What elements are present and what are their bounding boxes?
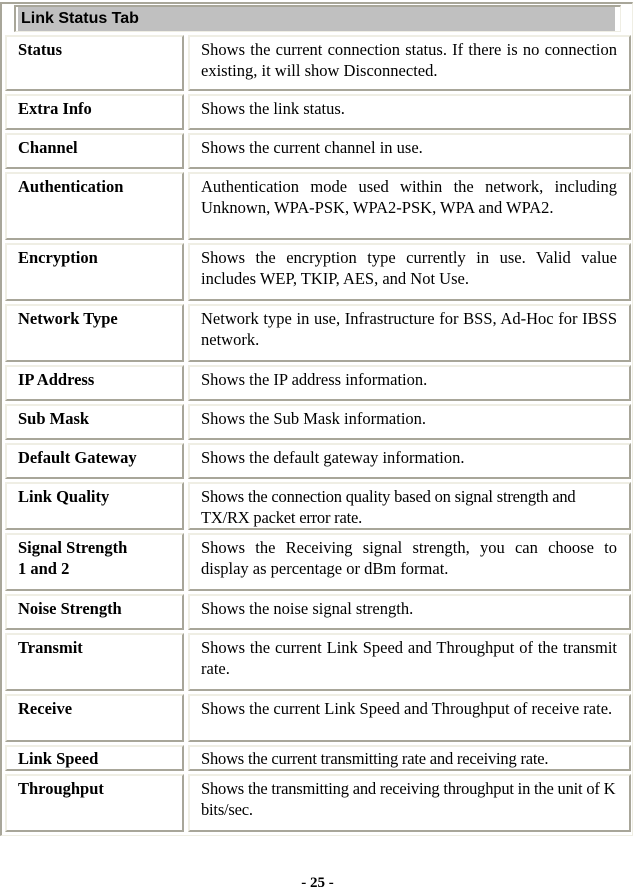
table-row-label-cell: Link Quality [5, 482, 184, 530]
row-description: Shows the encryption type currently in u… [201, 248, 617, 288]
table-row-label-cell: Encryption [5, 243, 184, 301]
table-row-label-cell: Noise Strength [5, 594, 184, 630]
row-description: Shows the default gateway information. [201, 448, 465, 467]
row-label: Extra Info [18, 99, 92, 118]
table-row-description-cell: Shows the noise signal strength. [188, 594, 631, 630]
row-label: Receive [18, 699, 73, 718]
table-row-label-cell: Transmit [5, 633, 184, 691]
table-row-label-cell: Extra Info [5, 94, 184, 130]
table-row-description-cell: Shows the current Link Speed and Through… [188, 633, 631, 691]
row-description: Shows the Sub Mask information. [201, 409, 427, 428]
table-row-description-cell: Shows the current Link Speed and Through… [188, 694, 631, 742]
table-row-description-cell: Shows the transmitting and receiving thr… [188, 774, 631, 832]
row-label: Signal Strength 1 and 2 [18, 538, 128, 578]
table-row-label-cell: Sub Mask [5, 404, 184, 440]
table-row-label-cell: Throughput [5, 774, 184, 832]
table-row-description-cell: Shows the Sub Mask information. [188, 404, 631, 440]
row-description: Shows the current transmitting rate and … [201, 749, 549, 768]
table-title: Link Status Tab [21, 10, 139, 27]
row-description: Authentication mode used within the netw… [201, 177, 617, 217]
row-label: Sub Mask [18, 409, 90, 428]
page-number: - 25 - [301, 875, 334, 891]
row-label: Throughput [18, 779, 104, 798]
table-row-description-cell: Shows the IP address information. [188, 365, 631, 401]
row-description: Network type in use, Infrastructure for … [201, 309, 617, 349]
table-row-description-cell: Shows the current channel in use. [188, 133, 631, 169]
row-description: Shows the transmitting and receiving thr… [201, 779, 616, 819]
table-row-description-cell: Authentication mode used within the netw… [188, 172, 631, 240]
row-description: Shows the current Link Speed and Through… [201, 638, 617, 678]
table-row-label-cell: Network Type [5, 304, 184, 362]
table-row-description-cell: Shows the current connection status. If … [188, 35, 631, 91]
row-description: Shows the link status. [201, 99, 345, 118]
row-description: Shows the IP address information. [201, 370, 428, 389]
row-label: Link Quality [18, 487, 110, 506]
row-description: Shows the current Link Speed and Through… [201, 699, 613, 718]
row-description: Shows the Receiving signal strength, you… [201, 538, 617, 578]
table-row-description-cell: Shows the default gateway information. [188, 443, 631, 479]
row-description: Shows the current connection status. If … [201, 40, 617, 80]
table-row-label-cell: Link Speed [5, 745, 184, 771]
table-row-description-cell: Shows the link status. [188, 94, 631, 130]
row-description: Shows the current channel in use. [201, 138, 423, 157]
table-row-label-cell: Receive [5, 694, 184, 742]
table-row-description-cell: Network type in use, Infrastructure for … [188, 304, 631, 362]
row-label: Authentication [18, 177, 124, 196]
table-row-label-cell: Channel [5, 133, 184, 169]
row-label: Transmit [18, 638, 83, 657]
table-row-label-cell: Authentication [5, 172, 184, 240]
table-row-description-cell: Shows the Receiving signal strength, you… [188, 533, 631, 591]
table-row-label-cell: Status [5, 35, 184, 91]
row-description: Shows the connection quality based on si… [201, 487, 576, 527]
row-label: Noise Strength [18, 599, 122, 618]
table-row-label-cell: Default Gateway [5, 443, 184, 479]
row-label: IP Address [18, 370, 95, 389]
row-label: Encryption [18, 248, 98, 267]
table-header: Link Status Tab [14, 5, 621, 32]
row-label: Network Type [18, 309, 118, 328]
row-description: Shows the noise signal strength. [201, 599, 414, 618]
table-row-description-cell: Shows the current transmitting rate and … [188, 745, 631, 771]
table-row-description-cell: Shows the encryption type currently in u… [188, 243, 631, 301]
row-label: Link Speed [18, 749, 99, 768]
table-row-description-cell: Shows the connection quality based on si… [188, 482, 631, 530]
row-label: Channel [18, 138, 78, 157]
row-label: Status [18, 40, 63, 59]
row-label: Default Gateway [18, 448, 137, 467]
table-row-label-cell: IP Address [5, 365, 184, 401]
table-row-label-cell: Signal Strength 1 and 2 [5, 533, 184, 591]
